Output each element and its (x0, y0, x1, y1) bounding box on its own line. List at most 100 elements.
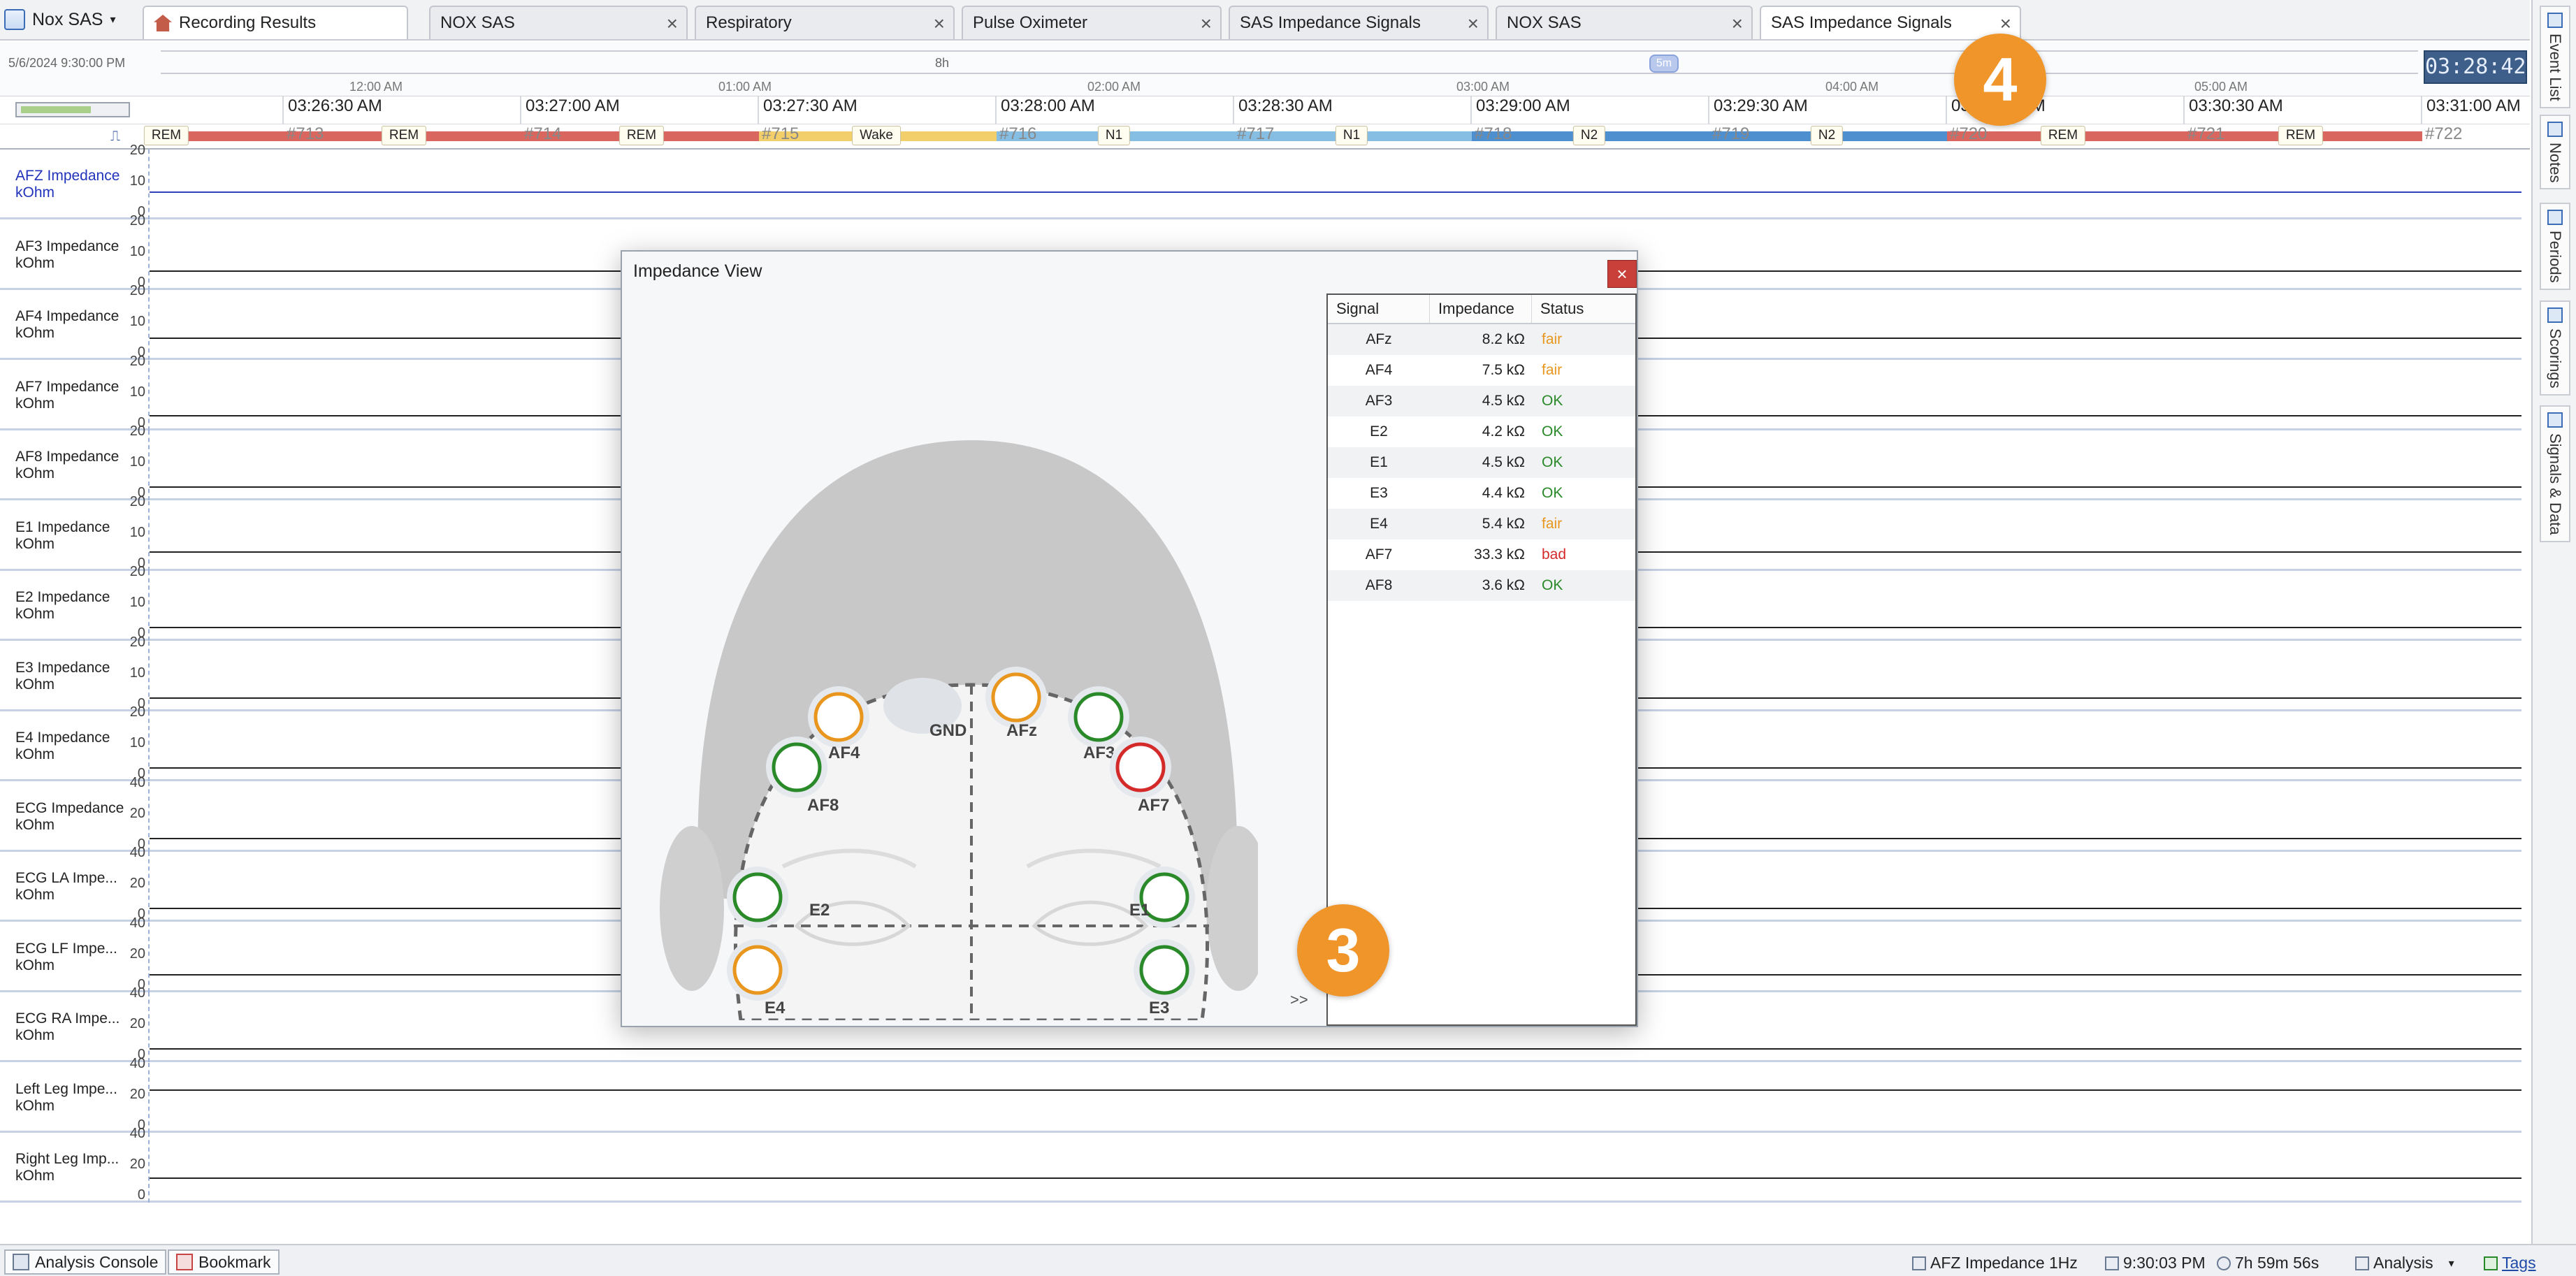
close-icon[interactable]: × (667, 13, 678, 35)
signal-trace[interactable] (150, 1048, 2521, 1050)
cell-impedance: 33.3 kΩ (1474, 546, 1525, 563)
channel-label[interactable]: E3 Impedance kOhm (15, 660, 127, 693)
channel-label[interactable]: Right Leg Imp... kOhm (15, 1151, 127, 1184)
table-row[interactable]: AF4 7.5 kΩ fair (1328, 355, 1635, 386)
close-icon[interactable]: × (1468, 13, 1479, 35)
signal-trace[interactable] (150, 1177, 2521, 1179)
channel-label[interactable]: Left Leg Impe... kOhm (15, 1081, 127, 1115)
close-icon[interactable]: × (934, 13, 945, 35)
close-icon[interactable]: × (1201, 13, 1212, 35)
signal-trace[interactable] (150, 1089, 2521, 1091)
table-row[interactable]: E3 4.4 kΩ OK (1328, 478, 1635, 509)
table-row[interactable]: AFz 8.2 kΩ fair (1328, 324, 1635, 355)
scale-tick-label: 10 (129, 595, 145, 610)
time-gridline (1470, 96, 1472, 124)
channel-scale: 20 10 0 (127, 283, 148, 360)
channel-axis (148, 219, 150, 290)
channel-label[interactable]: ECG LF Impe... kOhm (15, 941, 127, 974)
channel-scale: 20 10 0 (127, 635, 148, 711)
scale-tick-label: 20 (129, 353, 145, 369)
tab-label: NOX SAS (440, 13, 515, 32)
channel-scale: 20 10 0 (127, 423, 148, 500)
channel-axis (148, 430, 150, 500)
tab-1[interactable]: Recording Results (143, 6, 408, 39)
overview-track[interactable] (161, 50, 2418, 74)
channel-label[interactable]: E2 Impedance kOhm (15, 589, 127, 623)
tags-label[interactable]: Tags (2502, 1254, 2536, 1273)
table-row[interactable]: E4 5.4 kΩ fair (1328, 509, 1635, 539)
channel-label[interactable]: AF4 Impedance kOhm (15, 308, 127, 342)
time-axis-label: 03:28:00 AM (1001, 96, 1095, 115)
channel-label[interactable]: ECG Impedance kOhm (15, 800, 127, 834)
overview-start-date: 5/6/2024 9:30:00 PM (8, 56, 126, 70)
channel-row[interactable]: Left Leg Impe... kOhm 40 20 0 (0, 1056, 2521, 1133)
sidebar-tab-notes[interactable]: Notes (2540, 115, 2570, 190)
table-row[interactable]: E2 4.2 kΩ OK (1328, 416, 1635, 447)
channel-label[interactable]: AF8 Impedance kOhm (15, 449, 127, 482)
close-icon[interactable]: × (2000, 13, 2011, 35)
sidebar-tab-signals-data[interactable]: Signals & Data (2540, 405, 2570, 542)
channel-label[interactable]: ECG RA Impe... kOhm (15, 1010, 127, 1044)
time-axis: 03:26:30 AM 03:27:00 AM 03:27:30 AM 03:28:0… (0, 96, 2530, 124)
mode-dropdown[interactable]: Analysis ▾ (2355, 1254, 2454, 1273)
scale-tick-label: 10 (129, 384, 145, 400)
recording-overview[interactable]: 5/6/2024 9:30:00 PM 8h 5m 12:00 AM 01:00 … (0, 42, 2530, 96)
channel-scale: 40 20 0 (127, 1056, 148, 1133)
header-status[interactable]: Status (1532, 295, 1635, 323)
scale-tick-label: 20 (129, 564, 145, 579)
channel-axis (148, 1062, 150, 1133)
channel-axis (148, 150, 150, 219)
table-row[interactable]: AF7 33.3 kΩ bad (1328, 539, 1635, 570)
impedance-view-dialog: Impedance View × AF4 GND AFz AF3 AF8 AF7 E2 E1 E… (621, 250, 1638, 1027)
tags-link[interactable]: Tags (2484, 1254, 2536, 1273)
cell-status: OK (1542, 423, 1563, 440)
channel-label[interactable]: E4 Impedance kOhm (15, 730, 127, 763)
hypnogram[interactable]: ⎍ #713 #714 #715 #716 #717 #718 #719 #720 #721 #7… (0, 124, 2530, 150)
overview-window-handle[interactable]: 5m (1649, 55, 1679, 73)
tab-4[interactable]: Pulse Oximeter × (962, 6, 1222, 39)
table-row[interactable]: E1 4.5 kΩ OK (1328, 447, 1635, 478)
scale-tick-label: 20 (129, 805, 145, 821)
time-axis-label: 03:27:30 AM (763, 96, 858, 115)
sidebar-tab-label: Periods (2547, 231, 2564, 283)
channel-label[interactable]: AF7 Impedance kOhm (15, 379, 127, 412)
channel-row[interactable]: AFZ Impedance kOhm 20 10 0 (0, 143, 2521, 219)
tab-3[interactable]: Respiratory × (695, 6, 955, 39)
channel-label[interactable]: ECG LA Impe... kOhm (15, 870, 127, 904)
sleep-stage-label: N2 (1572, 126, 1606, 145)
bookmark-button[interactable]: Bookmark (168, 1249, 280, 1275)
sidebar-tab-event-list[interactable]: Event List (2540, 6, 2570, 108)
scale-tick-label: 20 (129, 423, 145, 439)
close-icon[interactable]: × (1732, 13, 1743, 35)
channel-label[interactable]: AFZ Impedance kOhm (15, 168, 127, 201)
signal-trace[interactable] (150, 191, 2521, 193)
tab-label: SAS Impedance Signals (1771, 13, 1952, 32)
tab-label: Respiratory (706, 13, 792, 32)
channel-row[interactable]: Right Leg Imp... kOhm 40 20 0 (0, 1126, 2521, 1203)
app-menu-button[interactable]: Nox SAS ▾ (4, 4, 130, 35)
tab-2[interactable]: NOX SAS × (429, 6, 688, 39)
channel-label[interactable]: AF3 Impedance kOhm (15, 238, 127, 272)
cell-impedance: 8.2 kΩ (1482, 331, 1525, 347)
sidebar-tab-scorings[interactable]: Scorings (2540, 300, 2570, 396)
table-row[interactable]: AF8 3.6 kΩ OK (1328, 570, 1635, 601)
time-gridline (758, 96, 759, 124)
expand-more-button[interactable]: >> (1290, 991, 1308, 1009)
channel-label[interactable]: E1 Impedance kOhm (15, 519, 127, 553)
header-impedance[interactable]: Impedance (1430, 295, 1532, 323)
electrode-label: E3 (1149, 999, 1169, 1017)
epoch-number: #714 (524, 124, 562, 143)
tab-5[interactable]: SAS Impedance Signals × (1229, 6, 1489, 39)
scroll-position-bar[interactable] (15, 102, 130, 117)
tab-6[interactable]: NOX SAS × (1496, 6, 1753, 39)
sidebar-tab-periods[interactable]: Periods (2540, 203, 2570, 290)
close-button[interactable]: × (1607, 260, 1637, 288)
analysis-console-button[interactable]: Analysis Console (4, 1249, 167, 1275)
tab-7[interactable]: SAS Impedance Signals × (1760, 6, 2021, 39)
table-row[interactable]: AF3 4.5 kΩ OK (1328, 386, 1635, 416)
scale-tick-label: 10 (129, 735, 145, 751)
sleep-stage-label: REM (2040, 126, 2086, 145)
electrode-e2 (732, 872, 783, 922)
header-signal[interactable]: Signal (1328, 295, 1430, 323)
scale-tick-label: 20 (129, 212, 145, 229)
